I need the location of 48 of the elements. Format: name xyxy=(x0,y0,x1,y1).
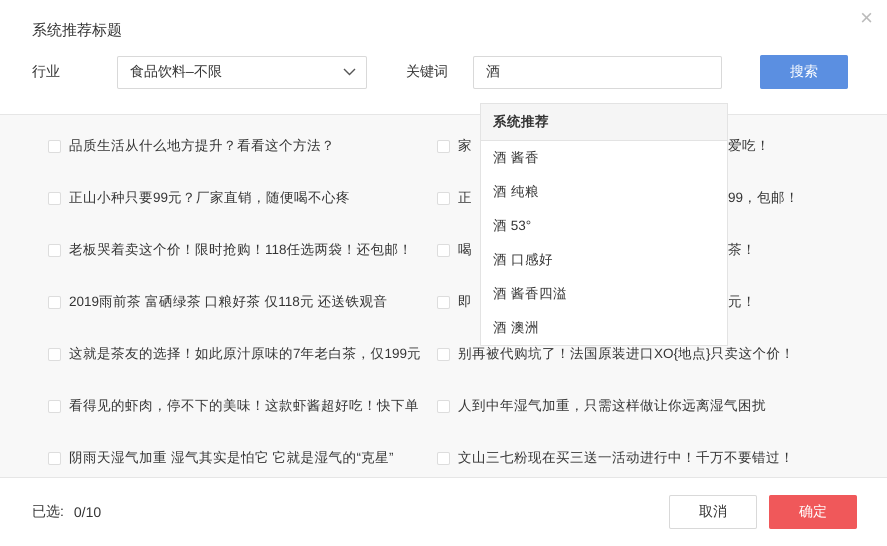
checkbox[interactable] xyxy=(437,244,450,256)
checkbox[interactable] xyxy=(48,348,61,360)
checkbox[interactable] xyxy=(437,140,450,152)
checkbox[interactable] xyxy=(48,296,61,308)
keyword-label: 关键词 xyxy=(406,63,448,81)
title-text: 99，包邮！ xyxy=(728,189,800,207)
selected-count: 0/10 xyxy=(74,504,102,520)
suggestion-item[interactable]: 酒 酱香四溢 xyxy=(481,277,727,311)
industry-label: 行业 xyxy=(32,63,60,81)
checkbox[interactable] xyxy=(48,140,61,152)
keyword-input[interactable]: 酒 xyxy=(473,56,722,88)
title-text: 家 xyxy=(458,138,472,153)
title-text: 喝 xyxy=(458,242,472,257)
industry-select[interactable]: 食品饮料–不限 xyxy=(117,56,367,88)
title-text: 正 xyxy=(458,190,472,205)
suggestion-header: 系统推荐 xyxy=(481,104,727,141)
title-text: 阴雨天湿气加重 湿气其实是怕它 它就是湿气的“克星” xyxy=(69,449,394,467)
checkbox[interactable] xyxy=(437,348,450,360)
dialog-title: 系统推荐标题 xyxy=(32,21,122,41)
checkbox[interactable] xyxy=(437,400,450,412)
suggestion-item[interactable]: 酒 澳洲 xyxy=(481,311,727,345)
checkbox[interactable] xyxy=(48,452,61,464)
chevron-down-icon xyxy=(343,68,356,76)
suggestion-item[interactable]: 酒 纯粮 xyxy=(481,175,727,209)
suggestion-item[interactable]: 酒 53° xyxy=(481,209,727,243)
title-text: 爱吃！ xyxy=(728,137,770,155)
checkbox[interactable] xyxy=(437,452,450,464)
checkbox[interactable] xyxy=(48,244,61,256)
title-text: 2019雨前茶 富硒绿茶 口粮好茶 仅118元 还送铁观音 xyxy=(69,293,388,311)
selected-label: 已选: xyxy=(32,503,64,521)
title-text: 即 xyxy=(458,294,472,309)
title-text: 老板哭着卖这个价！限时抢购！118任选两袋！还包邮！ xyxy=(69,241,413,259)
checkbox[interactable] xyxy=(437,192,450,204)
title-text: 茶！ xyxy=(728,241,756,259)
checkbox[interactable] xyxy=(48,400,61,412)
checkbox[interactable] xyxy=(437,296,450,308)
title-text: 正山小种只要99元？厂家直销，随便喝不心疼 xyxy=(69,189,350,207)
checkbox[interactable] xyxy=(48,192,61,204)
title-text: 品质生活从什么地方提升？看看这个方法？ xyxy=(69,137,335,155)
suggestion-item[interactable]: 酒 口感好 xyxy=(481,243,727,277)
title-text: 文山三七粉现在买三送一活动进行中！千万不要错过！ xyxy=(458,449,794,467)
title-text: 这就是茶友的选择！如此原汁原味的7年老白茶，仅199元 xyxy=(69,345,422,363)
title-text: 别再被代购坑了！法国原装进口XO{地点}只卖这个价！ xyxy=(458,345,795,363)
suggestion-item[interactable]: 酒 酱香 xyxy=(481,141,727,175)
cancel-button[interactable]: 取消 xyxy=(669,495,757,529)
title-text: 人到中年湿气加重，只需这样做让你远离湿气困扰 xyxy=(458,397,766,415)
title-text: 元！ xyxy=(728,293,756,311)
title-text: 看得见的虾肉，停不下的美味！这款虾酱超好吃！快下单 xyxy=(69,397,419,415)
